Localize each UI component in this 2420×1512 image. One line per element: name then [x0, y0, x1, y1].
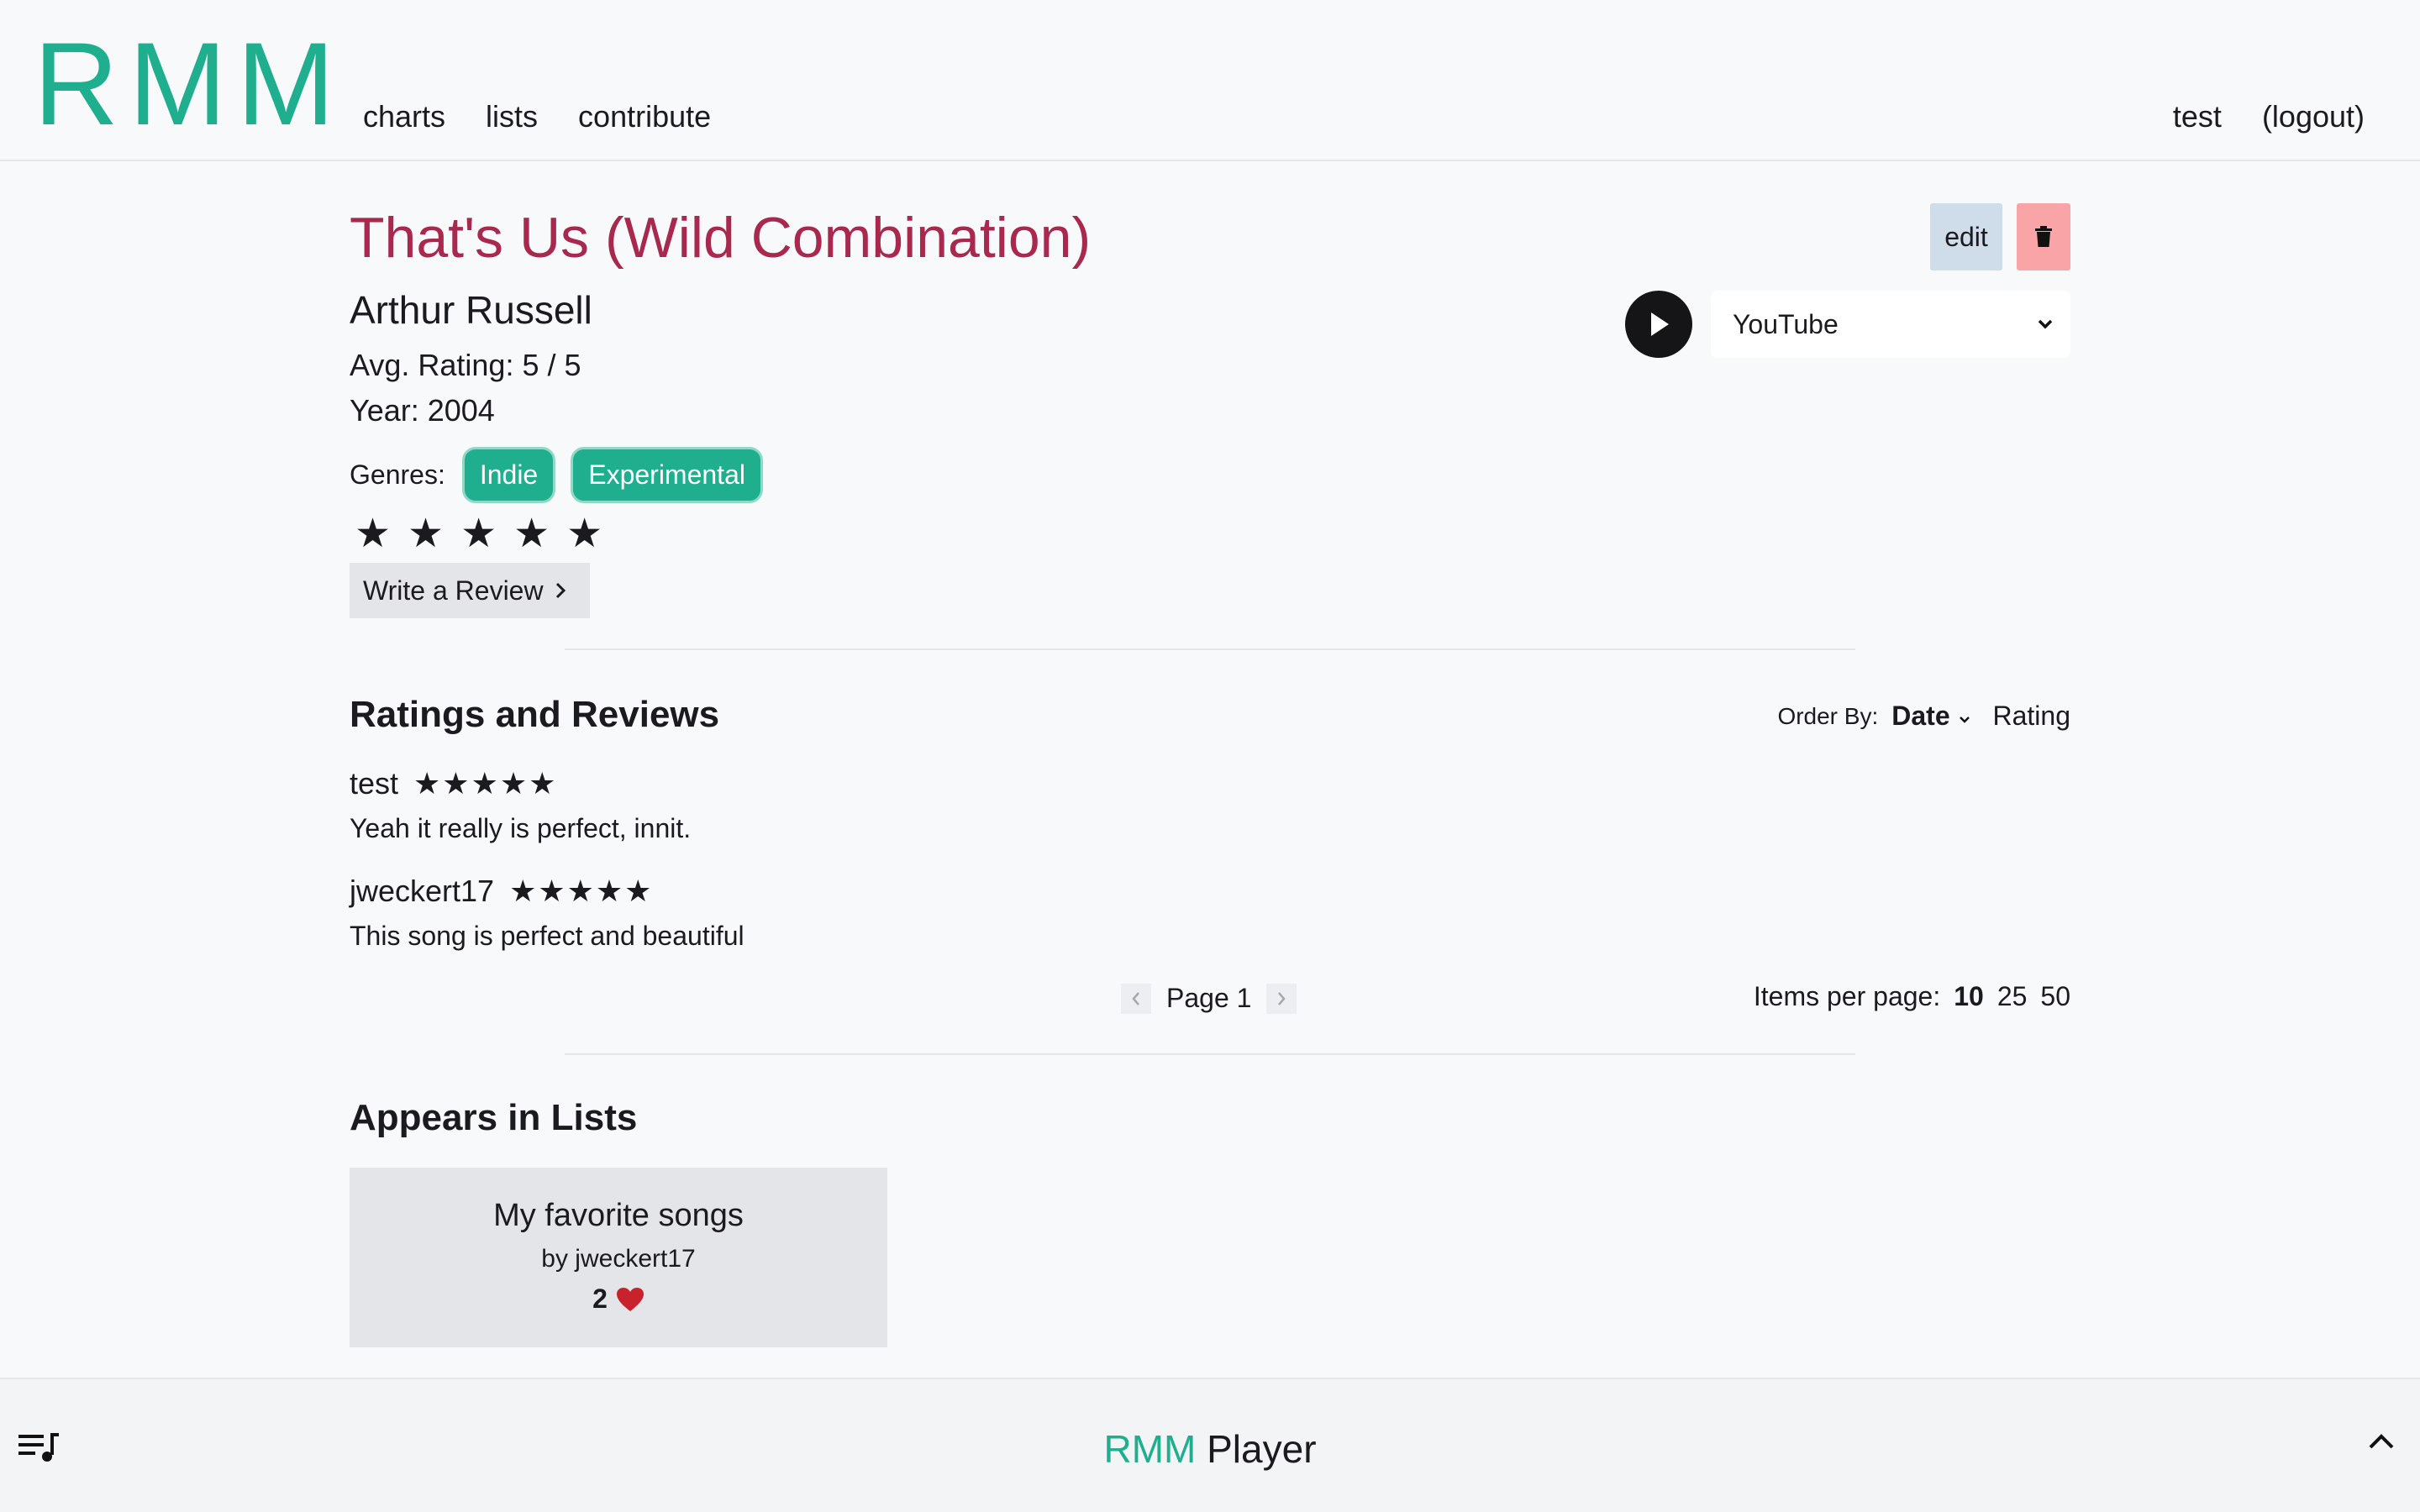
user-rating-stars: ★ ★ ★ ★ ★	[355, 514, 602, 554]
items-per-page: Items per page: 10 25 50	[1754, 981, 2070, 1012]
main-nav: charts lists contribute	[363, 99, 711, 134]
lists-heading: Appears in Lists	[350, 1097, 638, 1138]
player-bar: RMM Player	[0, 1378, 2420, 1512]
genres-row: Genres: Indie Experimental	[350, 447, 763, 503]
genre-tag-experimental[interactable]: Experimental	[571, 447, 763, 503]
review-username[interactable]: test	[350, 766, 398, 801]
user-links: test (logout)	[2173, 99, 2365, 134]
artist-name[interactable]: Arthur Russell	[350, 287, 592, 333]
items-per-page-label: Items per page:	[1753, 981, 1941, 1011]
player-title: RMM Player	[0, 1426, 2420, 1472]
review-text: Yeah it really is perfect, innit.	[350, 813, 692, 843]
average-rating: Avg. Rating: 5 / 5	[350, 348, 581, 382]
section-divider	[565, 1053, 1855, 1055]
source-select-value: YouTube	[1733, 308, 1839, 339]
review-stars: ★★★★★	[413, 766, 558, 801]
star-icon[interactable]: ★	[355, 514, 391, 554]
genre-tag-indie[interactable]: Indie	[461, 447, 556, 503]
nav-contribute[interactable]: contribute	[578, 99, 711, 134]
items-per-page-50[interactable]: 50	[2040, 981, 2070, 1012]
chevron-right-icon	[1278, 991, 1286, 1005]
list-card[interactable]: My favorite songs by jweckert17 2	[350, 1168, 887, 1347]
chevron-down-icon	[1959, 717, 1970, 723]
order-by-rating[interactable]: Rating	[1993, 701, 2071, 732]
order-by-date[interactable]: Date	[1891, 701, 1970, 732]
list-likes: 2	[350, 1284, 887, 1315]
star-icon[interactable]: ★	[460, 514, 497, 554]
review-text: This song is perfect and beautiful	[350, 921, 744, 951]
review-username[interactable]: jweckert17	[350, 874, 494, 909]
star-icon[interactable]: ★	[566, 514, 602, 554]
player-label: Player	[1207, 1427, 1317, 1471]
play-icon	[1651, 312, 1669, 336]
source-select[interactable]: YouTube	[1711, 291, 2070, 358]
chevron-left-icon	[1132, 991, 1139, 1005]
logout-link[interactable]: (logout)	[2262, 99, 2365, 134]
review-stars: ★★★★★	[509, 874, 654, 908]
play-button[interactable]	[1625, 291, 1692, 358]
chevron-right-icon	[555, 582, 566, 599]
order-by-label: Order By:	[1777, 702, 1879, 729]
list-author: by jweckert17	[541, 1245, 696, 1273]
trash-icon	[2035, 226, 2052, 247]
review-header: jweckert17 ★★★★★	[350, 874, 653, 909]
release-year: Year: 2004	[350, 393, 495, 428]
edit-button[interactable]: edit	[1930, 203, 2002, 270]
delete-button[interactable]	[2017, 203, 2070, 270]
review-header: test ★★★★★	[350, 766, 557, 801]
chevron-up-icon[interactable]	[2366, 1431, 2396, 1456]
next-page-button[interactable]	[1266, 983, 1297, 1014]
pagination: Page 1	[1121, 983, 1297, 1014]
chevron-down-icon	[2038, 319, 2053, 329]
top-navbar: RMM charts lists contribute test (logout…	[0, 0, 2420, 161]
star-icon[interactable]: ★	[408, 514, 444, 554]
user-profile-link[interactable]: test	[2173, 99, 2222, 134]
items-per-page-25[interactable]: 25	[1997, 981, 2028, 1012]
section-divider	[565, 648, 1855, 650]
write-review-label: Write a Review	[363, 575, 544, 606]
player-brand: RMM	[1103, 1427, 1197, 1471]
items-per-page-10[interactable]: 10	[1954, 981, 1984, 1012]
write-review-button[interactable]: Write a Review	[350, 563, 590, 618]
order-date-label: Date	[1891, 701, 1950, 731]
list-name: My favorite songs	[493, 1198, 744, 1233]
logo[interactable]: RMM	[34, 25, 345, 143]
reviews-heading: Ratings and Reviews	[350, 694, 720, 735]
order-by: Order By: Date Rating	[1777, 701, 2070, 732]
genres-label: Genres:	[350, 459, 445, 490]
heart-icon	[616, 1287, 644, 1311]
page-indicator: Page 1	[1166, 983, 1252, 1013]
nav-charts[interactable]: charts	[363, 99, 445, 134]
likes-count: 2	[592, 1284, 608, 1314]
nav-lists[interactable]: lists	[486, 99, 538, 134]
star-icon[interactable]: ★	[513, 514, 550, 554]
prev-page-button[interactable]	[1121, 983, 1151, 1014]
song-title: That's Us (Wild Combination)	[350, 206, 1092, 270]
